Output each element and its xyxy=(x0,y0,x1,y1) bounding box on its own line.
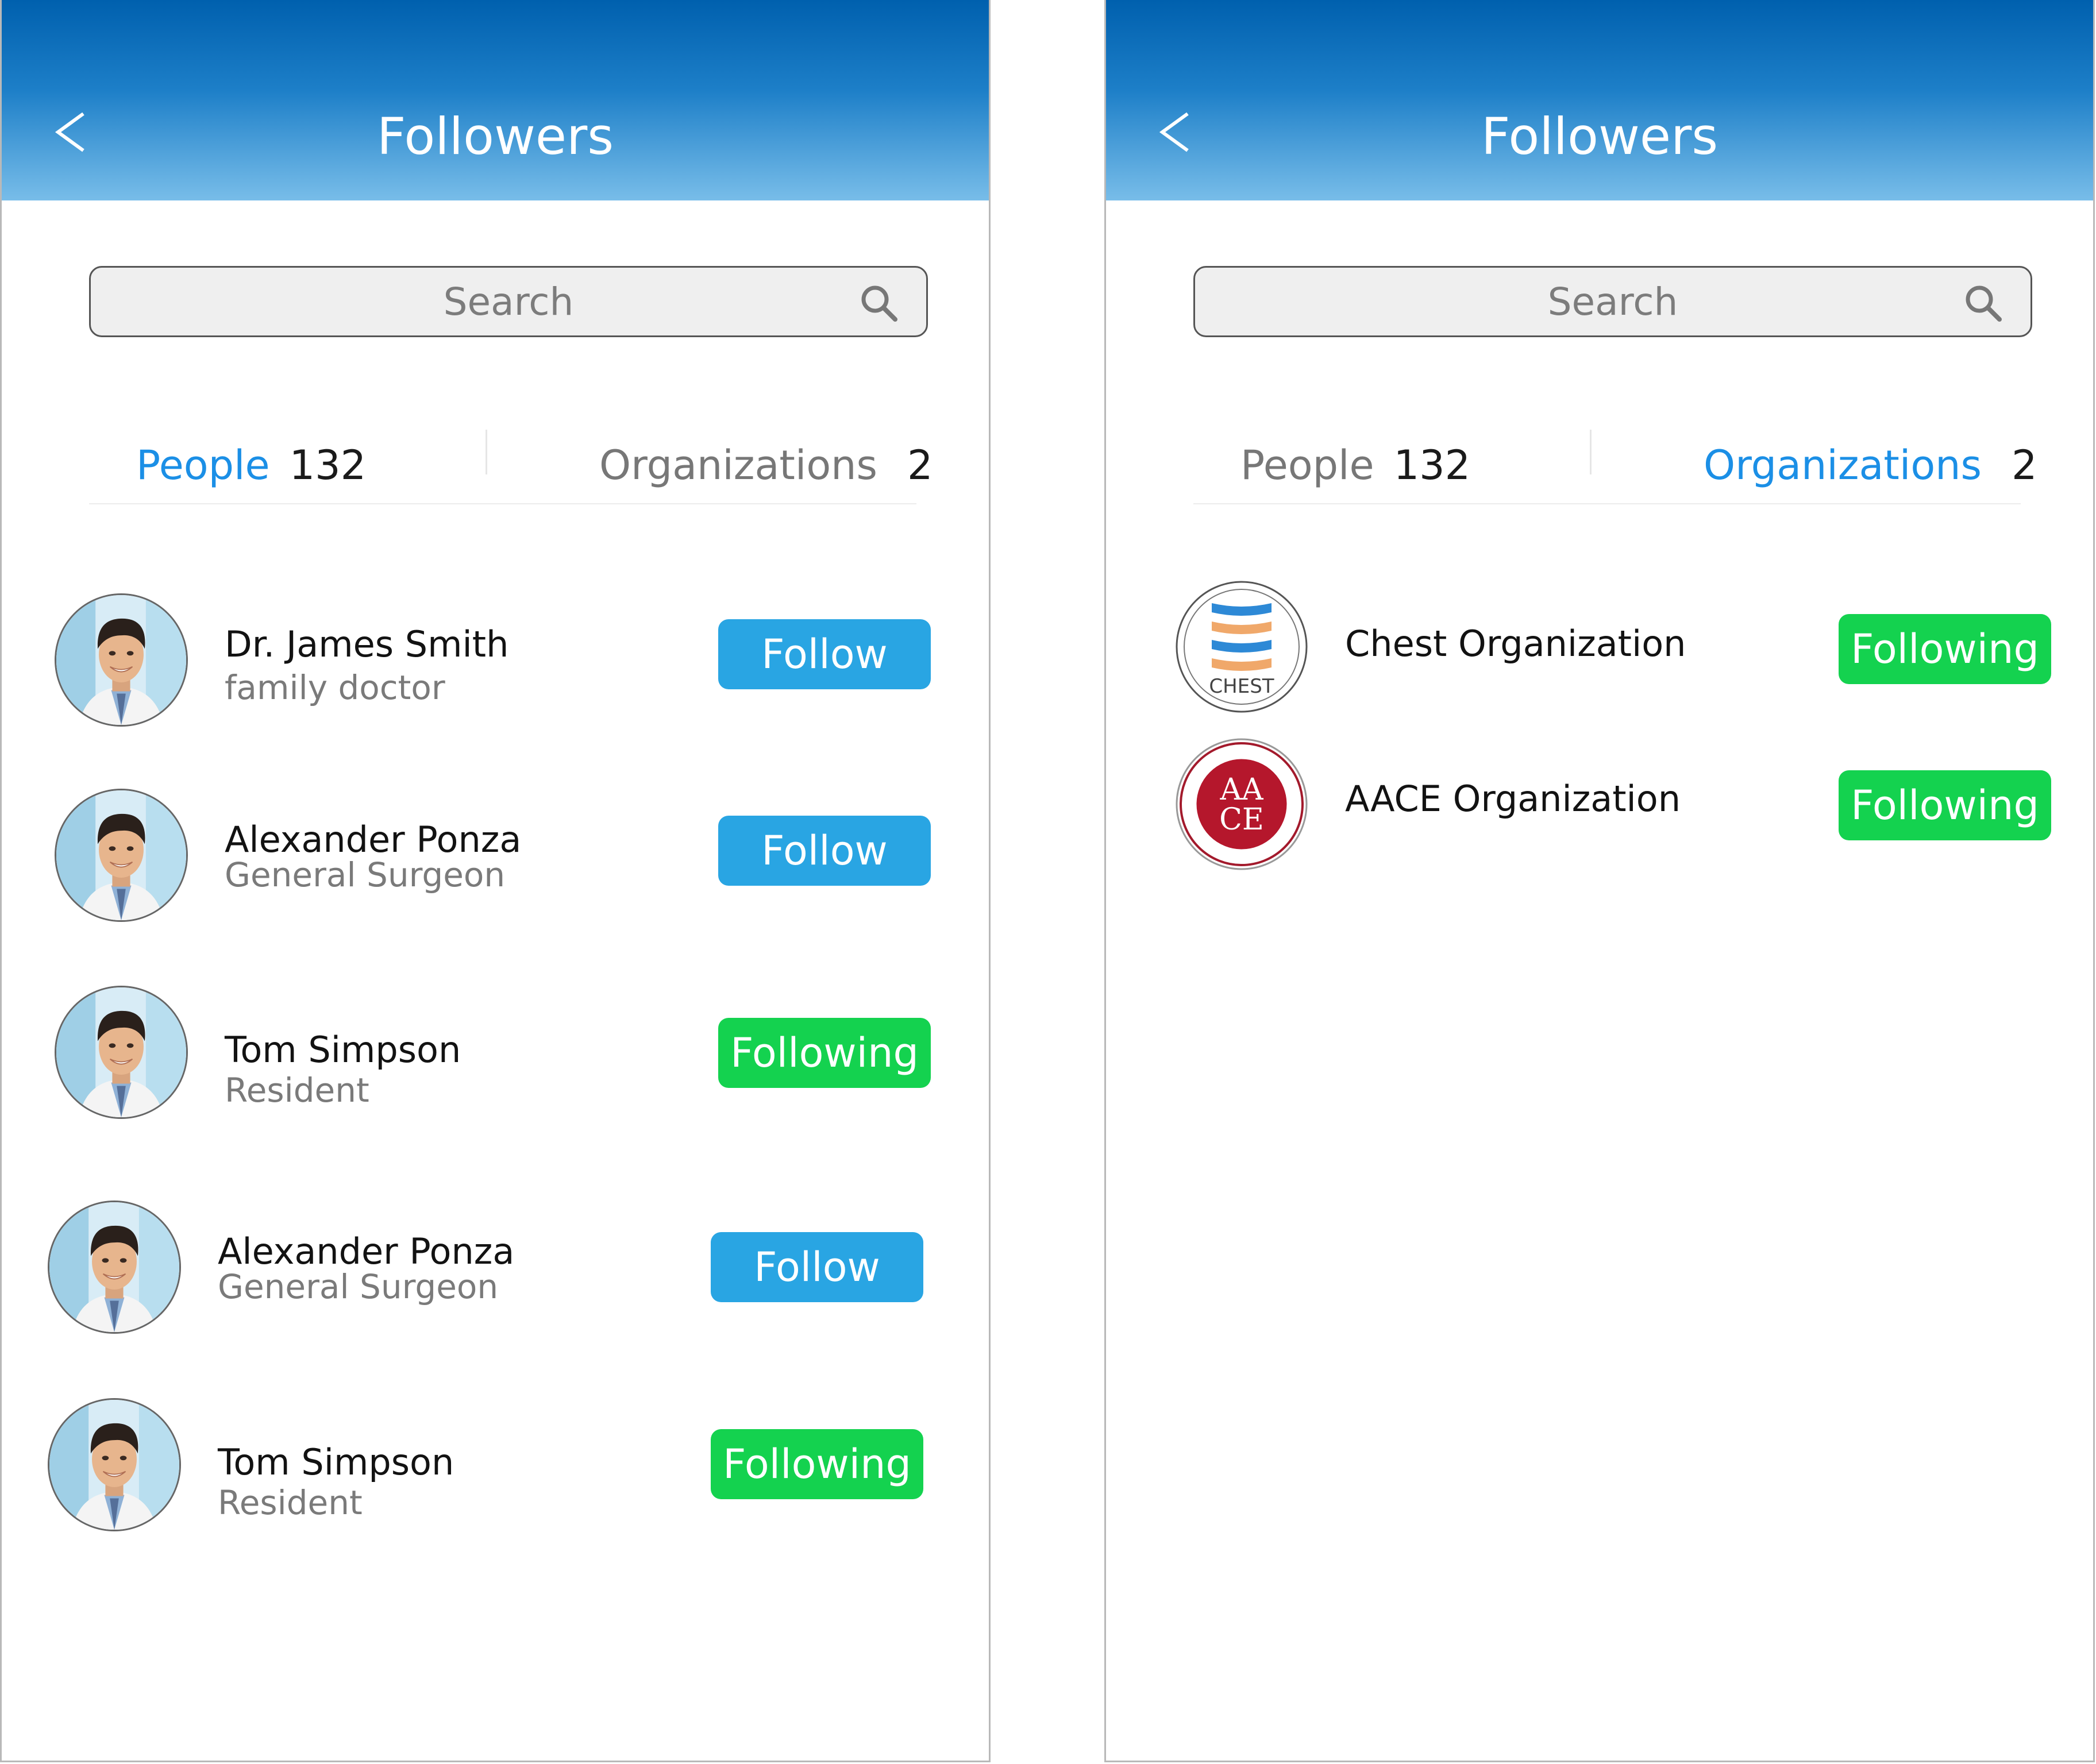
list-item[interactable]: Alexander Ponza General Surgeon Follow xyxy=(2,1201,989,1338)
following-button[interactable]: Following xyxy=(1839,770,2051,840)
list-item[interactable]: CHEST Chest Organization Following xyxy=(1106,580,2093,718)
avatar xyxy=(55,789,188,922)
person-role: General Surgeon xyxy=(218,1267,499,1306)
tab-organizations-label: Organizations xyxy=(1704,442,1982,489)
organization-name: Chest Organization xyxy=(1345,623,1686,665)
follow-button[interactable]: Follow xyxy=(711,1232,923,1302)
page-title: Followers xyxy=(1481,107,1719,166)
header-bar: Followers xyxy=(2,0,989,200)
search-input[interactable] xyxy=(1195,268,2030,335)
tab-organizations[interactable]: Organizations 2 xyxy=(599,437,933,494)
svg-text:AA: AA xyxy=(1219,773,1264,807)
search-icon[interactable] xyxy=(1964,284,2003,323)
avatar xyxy=(48,1398,181,1531)
following-button[interactable]: Following xyxy=(711,1429,923,1499)
tab-people-label: People xyxy=(1240,442,1374,489)
person-name: Alexander Ponza xyxy=(218,1230,515,1272)
list-item[interactable]: AA CE AACE Organization Following xyxy=(1106,738,2093,875)
follow-button[interactable]: Follow xyxy=(718,619,931,689)
person-name: Tom Simpson xyxy=(218,1441,454,1483)
svg-text:CHEST: CHEST xyxy=(1209,675,1274,698)
person-role: General Surgeon xyxy=(225,855,506,894)
avatar xyxy=(48,1201,181,1334)
tab-organizations-count: 2 xyxy=(907,442,933,489)
search-bar[interactable] xyxy=(89,266,928,337)
avatar xyxy=(55,986,188,1119)
organization-name: AACE Organization xyxy=(1345,778,1681,820)
tab-people-count: 132 xyxy=(289,442,367,489)
tab-organizations-label: Organizations xyxy=(599,442,877,489)
chest-logo: CHEST xyxy=(1175,580,1308,713)
follow-button[interactable]: Follow xyxy=(718,816,931,886)
search-input[interactable] xyxy=(91,268,926,335)
person-role: Resident xyxy=(218,1483,363,1522)
search-bar[interactable] xyxy=(1193,266,2032,337)
list-item[interactable]: Tom Simpson Resident Following xyxy=(2,1398,989,1536)
person-name: Tom Simpson xyxy=(225,1029,461,1071)
header-bar: Followers xyxy=(1106,0,2093,200)
tab-people[interactable]: People 132 xyxy=(136,437,366,494)
list-item[interactable]: Dr. James Smith family doctor Follow xyxy=(2,593,989,731)
following-button[interactable]: Following xyxy=(718,1018,931,1088)
list-item[interactable]: Tom Simpson Resident Following xyxy=(2,986,989,1124)
tab-bar: People 132 Organizations 2 xyxy=(89,419,933,504)
search-icon[interactable] xyxy=(860,284,899,323)
tab-organizations-count: 2 xyxy=(2011,442,2037,489)
list-item[interactable]: Alexander Ponza General Surgeon Follow xyxy=(2,789,989,927)
tab-bar: People 132 Organizations 2 xyxy=(1193,419,2037,504)
person-role: family doctor xyxy=(225,668,445,707)
tab-people[interactable]: People 132 xyxy=(1240,437,1470,494)
person-name: Alexander Ponza xyxy=(225,819,522,860)
svg-text:CE: CE xyxy=(1219,802,1264,837)
page-title: Followers xyxy=(376,107,614,166)
followers-screen-people: Followers People 132 Organizations 2 Dr. J… xyxy=(0,0,991,1762)
avatar xyxy=(55,593,188,727)
tab-people-label: People xyxy=(136,442,270,489)
tab-people-count: 132 xyxy=(1393,442,1471,489)
followers-screen-organizations: Followers People 132 Organizations 2 CHEST xyxy=(1104,0,2095,1762)
aace-logo: AA CE xyxy=(1175,738,1308,871)
tab-organizations[interactable]: Organizations 2 xyxy=(1704,437,2037,494)
person-name: Dr. James Smith xyxy=(225,623,509,665)
tab-divider xyxy=(1590,430,1592,474)
person-role: Resident xyxy=(225,1071,369,1110)
tab-divider xyxy=(486,430,487,474)
following-button[interactable]: Following xyxy=(1839,614,2051,684)
